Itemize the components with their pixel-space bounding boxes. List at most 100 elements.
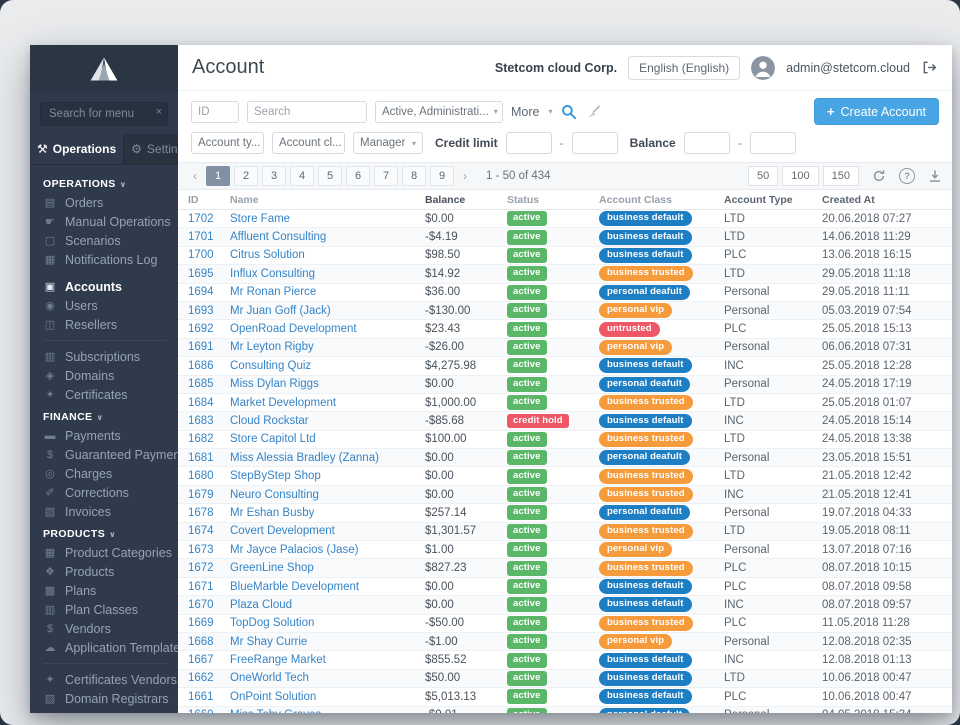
account-name-link[interactable]: Miss Toby Graves xyxy=(230,709,321,713)
account-name-link[interactable]: TopDog Solution xyxy=(230,617,314,629)
column-header-id[interactable]: ID xyxy=(188,194,230,206)
account-id-link[interactable]: 1670 xyxy=(188,599,214,611)
export-button[interactable] xyxy=(928,169,942,183)
create-account-button[interactable]: + Create Account xyxy=(813,98,939,125)
apply-search-button[interactable] xyxy=(561,104,577,120)
menu-search-input[interactable] xyxy=(40,102,168,126)
account-name-link[interactable]: Store Capitol Ltd xyxy=(230,433,316,445)
sidebar-item-resellers[interactable]: ◫ Resellers xyxy=(43,315,178,334)
account-id-link[interactable]: 1684 xyxy=(188,397,214,409)
sidebar-item-invoices[interactable]: ▧ Invoices xyxy=(43,502,178,521)
account-name-link[interactable]: Store Fame xyxy=(230,213,290,225)
account-id-link[interactable]: 1685 xyxy=(188,378,214,390)
sidebar-item-accounts[interactable]: ▣ Accounts xyxy=(43,277,178,296)
account-id-link[interactable]: 1683 xyxy=(188,415,214,427)
account-name-link[interactable]: OneWorld Tech xyxy=(230,672,309,684)
sidebar-item-notifications-log[interactable]: ▦ Notifications Log xyxy=(43,250,178,269)
column-header-status[interactable]: Status xyxy=(507,194,599,206)
page-button-6[interactable]: 6 xyxy=(346,166,370,186)
account-name-link[interactable]: FreeRange Market xyxy=(230,654,326,666)
sidebar-item-payments[interactable]: ▬ Payments xyxy=(43,426,178,445)
sidebar-item-corrections[interactable]: ✐ Corrections xyxy=(43,483,178,502)
account-name-link[interactable]: Citrus Solution xyxy=(230,249,305,261)
account-id-link[interactable]: 1674 xyxy=(188,525,214,537)
account-id-link[interactable]: 1668 xyxy=(188,636,214,648)
account-name-link[interactable]: Market Development xyxy=(230,397,336,409)
account-type-select[interactable]: Account ty... ▾ xyxy=(191,132,264,154)
help-button[interactable]: ? xyxy=(899,168,915,184)
column-header-account-class[interactable]: Account Class xyxy=(599,194,724,206)
account-id-link[interactable]: 1695 xyxy=(188,268,214,280)
balance-from-input[interactable] xyxy=(683,132,730,154)
account-name-link[interactable]: OpenRoad Development xyxy=(230,323,357,335)
logout-button[interactable] xyxy=(921,60,938,75)
page-button-2[interactable]: 2 xyxy=(234,166,258,186)
id-filter-input[interactable] xyxy=(191,100,239,123)
status-filter-select[interactable]: Active, Administrati... ▾ xyxy=(375,100,503,123)
sidebar-item-application-templates[interactable]: ☁ Application Templates xyxy=(43,638,179,657)
sidebar-item-plans[interactable]: ▩ Plans xyxy=(43,581,178,600)
account-name-link[interactable]: StepByStep Shop xyxy=(230,470,321,482)
sidebar-item-guaranteed-payments[interactable]: $ Guaranteed Payments xyxy=(43,445,178,464)
sidebar-item-certificates-vendors[interactable]: ✦ Certificates Vendors xyxy=(43,670,178,689)
account-class-select[interactable]: Account cl... ▾ xyxy=(272,132,345,154)
sidebar-item-manual-operations[interactable]: ☛ Manual Operations xyxy=(43,212,178,231)
account-id-link[interactable]: 1680 xyxy=(188,470,214,482)
account-id-link[interactable]: 1702 xyxy=(188,213,214,225)
account-id-link[interactable]: 1679 xyxy=(188,489,214,501)
sidebar-item-domain-registrars[interactable]: ▨ Domain Registrars xyxy=(43,689,178,708)
search-input[interactable] xyxy=(247,100,367,123)
refresh-button[interactable] xyxy=(872,169,886,183)
account-id-link[interactable]: 1667 xyxy=(188,654,214,666)
page-button-5[interactable]: 5 xyxy=(318,166,342,186)
account-name-link[interactable]: Mr Juan Goff (Jack) xyxy=(230,305,331,317)
account-id-link[interactable]: 1682 xyxy=(188,433,214,445)
page-size-150[interactable]: 150 xyxy=(822,166,859,186)
clear-search-icon[interactable]: × xyxy=(156,106,162,118)
page-button-4[interactable]: 4 xyxy=(290,166,314,186)
column-header-account-type[interactable]: Account Type xyxy=(724,194,822,206)
account-id-link[interactable]: 1672 xyxy=(188,562,214,574)
account-id-link[interactable]: 1686 xyxy=(188,360,214,372)
manager-select[interactable]: Manager ▾ xyxy=(353,132,423,154)
page-size-50[interactable]: 50 xyxy=(748,166,779,186)
account-name-link[interactable]: Miss Alessia Bradley (Zanna) xyxy=(230,452,379,464)
column-header-name[interactable]: Name xyxy=(230,194,425,206)
account-name-link[interactable]: Covert Development xyxy=(230,525,335,537)
sidebar-item-subscriptions[interactable]: ▥ Subscriptions xyxy=(43,347,178,366)
tab-settings[interactable]: ⚙ Settings xyxy=(123,134,178,164)
account-name-link[interactable]: OnPoint Solution xyxy=(230,691,316,703)
account-id-link[interactable]: 1700 xyxy=(188,249,214,261)
sidebar-item-charges[interactable]: ◎ Charges xyxy=(43,464,178,483)
clear-filters-button[interactable] xyxy=(585,104,602,120)
next-page-button[interactable]: › xyxy=(458,169,472,183)
sidebar-item-scenarios[interactable]: ▢ Scenarios xyxy=(43,231,178,250)
balance-to-input[interactable] xyxy=(749,132,796,154)
account-id-link[interactable]: 1669 xyxy=(188,617,214,629)
account-name-link[interactable]: Miss Dylan Riggs xyxy=(230,378,319,390)
account-id-link[interactable]: 1661 xyxy=(188,691,214,703)
sidebar-item-orders[interactable]: ▤ Orders xyxy=(43,193,178,212)
account-id-link[interactable]: 1701 xyxy=(188,231,214,243)
account-name-link[interactable]: Influx Consulting xyxy=(230,268,315,280)
page-button-1[interactable]: 1 xyxy=(206,166,230,186)
account-name-link[interactable]: Cloud Rockstar xyxy=(230,415,309,427)
sidebar-section-operations[interactable]: Operations ∨ xyxy=(43,178,178,190)
page-button-7[interactable]: 7 xyxy=(374,166,398,186)
page-size-100[interactable]: 100 xyxy=(782,166,819,186)
account-id-link[interactable]: 1678 xyxy=(188,507,214,519)
sidebar-item-users[interactable]: ◉ Users xyxy=(43,296,178,315)
sidebar-item-products[interactable]: ❖ Products xyxy=(43,562,178,581)
account-name-link[interactable]: BlueMarble Development xyxy=(230,581,359,593)
avatar[interactable] xyxy=(751,55,776,80)
account-id-link[interactable]: 1694 xyxy=(188,286,214,298)
sidebar-section-products[interactable]: Products ∨ xyxy=(43,528,178,540)
sidebar-item-vendors[interactable]: $ Vendors xyxy=(43,619,178,638)
page-button-9[interactable]: 9 xyxy=(430,166,454,186)
sidebar-item-tlds[interactable]: … TLDs xyxy=(43,708,178,714)
account-id-link[interactable]: 1692 xyxy=(188,323,214,335)
account-name-link[interactable]: Neuro Consulting xyxy=(230,489,319,501)
account-name-link[interactable]: Affluent Consulting xyxy=(230,231,326,243)
account-name-link[interactable]: Mr Jayce Palacios (Jase) xyxy=(230,544,358,556)
account-name-link[interactable]: Plaza Cloud xyxy=(230,599,292,611)
